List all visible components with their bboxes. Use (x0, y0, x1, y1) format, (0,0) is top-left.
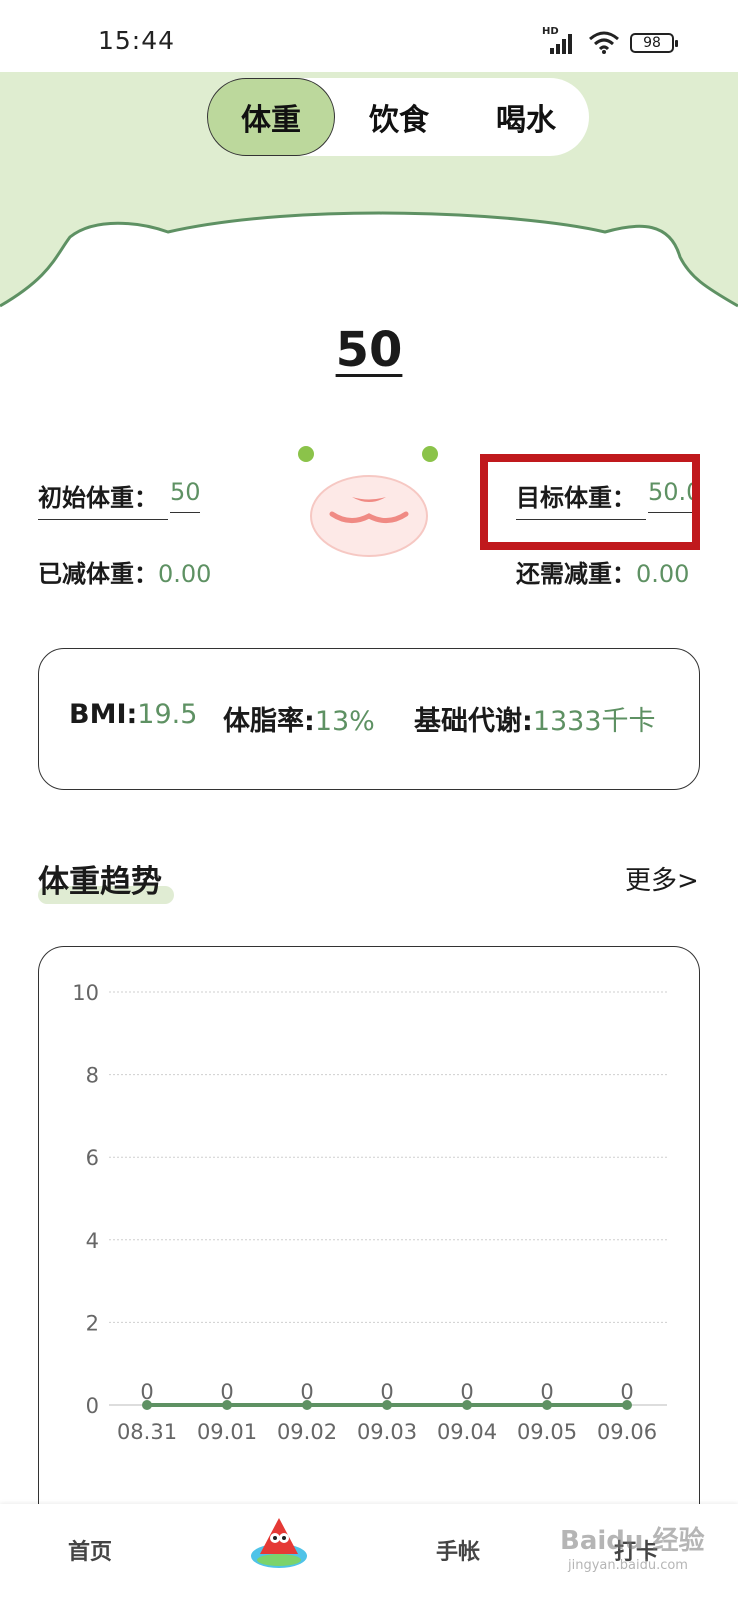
x-tick-label: 09.06 (597, 1420, 657, 1444)
x-tick-label: 09.02 (277, 1420, 337, 1444)
watermark-url: jingyan.baidu.com (568, 1558, 688, 1573)
data-label: 0 (620, 1380, 633, 1404)
nav-journal-label: 手帐 (436, 1540, 481, 1565)
data-label: 0 (300, 1380, 313, 1404)
tab-diet-label: 饮食 (369, 103, 429, 138)
nav-home[interactable]: 首页 (68, 1534, 112, 1566)
x-tick-label: 09.03 (357, 1420, 417, 1444)
y-tick-label: 2 (86, 1311, 99, 1335)
bmi-metric: BMI:19.5 (69, 699, 198, 730)
data-label: 0 (140, 1380, 153, 1404)
data-label: 0 (540, 1380, 553, 1404)
bodyfat-metric: 体脂率:13% (223, 706, 375, 737)
y-tick-label: 4 (86, 1229, 99, 1253)
trend-chart-card: 0 2 4 6 8 10 0 08.31 0 09.01 0 09.02 0 09.03 0 09.04 0 09… (38, 946, 700, 1546)
metrics-card: BMI:19.5 体脂率:13% 基础代谢:1333千卡 (38, 648, 700, 790)
bmr-metric: 基础代谢:1333千卡 (414, 706, 656, 737)
data-label: 0 (380, 1380, 393, 1404)
trend-chart: 0 2 4 6 8 10 0 08.31 0 09.01 0 09.02 0 09.03 0 09.04 0 09… (72, 981, 667, 1444)
remaining-weight-value: 0.00 (636, 560, 690, 588)
tab-weight-label: 体重 (241, 103, 301, 138)
tab-diet[interactable]: 饮食 (335, 78, 463, 156)
y-tick-label: 0 (86, 1394, 99, 1418)
current-weight[interactable]: 50 (0, 322, 738, 378)
status-bar: 15:44 HD 98 (0, 0, 738, 72)
x-tick-label: 09.04 (437, 1420, 497, 1444)
cellular-signal-icon: HD (542, 26, 578, 56)
wifi-icon (589, 31, 619, 54)
battery-level: 98 (643, 35, 661, 51)
x-tick-label: 09.01 (197, 1420, 257, 1444)
tab-water-label: 喝水 (496, 103, 556, 138)
highlight-box (480, 454, 700, 550)
y-tick-label: 8 (86, 1064, 99, 1088)
nav-home-label: 首页 (68, 1540, 113, 1565)
current-weight-value: 50 (335, 322, 403, 378)
tab-bar: 体重 饮食 喝水 (207, 78, 589, 156)
remaining-weight-row: 还需减重：0.00 (516, 554, 689, 589)
more-link[interactable]: 更多> (625, 860, 699, 897)
nav-journal[interactable]: 手帐 (436, 1534, 480, 1566)
remaining-weight-label: 还需减重： (516, 560, 636, 588)
tab-water[interactable]: 喝水 (463, 78, 589, 156)
watermark-logo: Baidu 经验 (560, 1526, 705, 1556)
y-tick-label: 6 (86, 1146, 99, 1170)
x-tick-label: 08.31 (117, 1420, 177, 1444)
tab-weight[interactable]: 体重 (207, 78, 335, 156)
status-icons: HD 98 (542, 26, 678, 58)
lost-weight-value: 0.00 (158, 560, 212, 588)
trend-title: 体重趋势 (38, 864, 162, 900)
bear-face-icon (298, 446, 438, 557)
battery-icon: 98 (630, 33, 678, 53)
status-time: 15:44 (98, 26, 176, 55)
lost-weight-row: 已减体重：0.00 (38, 554, 211, 589)
lost-weight-label: 已减体重： (38, 560, 158, 588)
data-label: 0 (460, 1380, 473, 1404)
x-tick-label: 09.05 (517, 1420, 577, 1444)
network-label: HD (542, 26, 559, 37)
mascot-icon[interactable] (246, 1510, 312, 1576)
initial-weight-label: 初始体重： (38, 478, 168, 520)
data-label: 0 (220, 1380, 233, 1404)
initial-weight-value[interactable]: 50 (170, 478, 201, 513)
y-tick-label: 10 (72, 981, 99, 1005)
